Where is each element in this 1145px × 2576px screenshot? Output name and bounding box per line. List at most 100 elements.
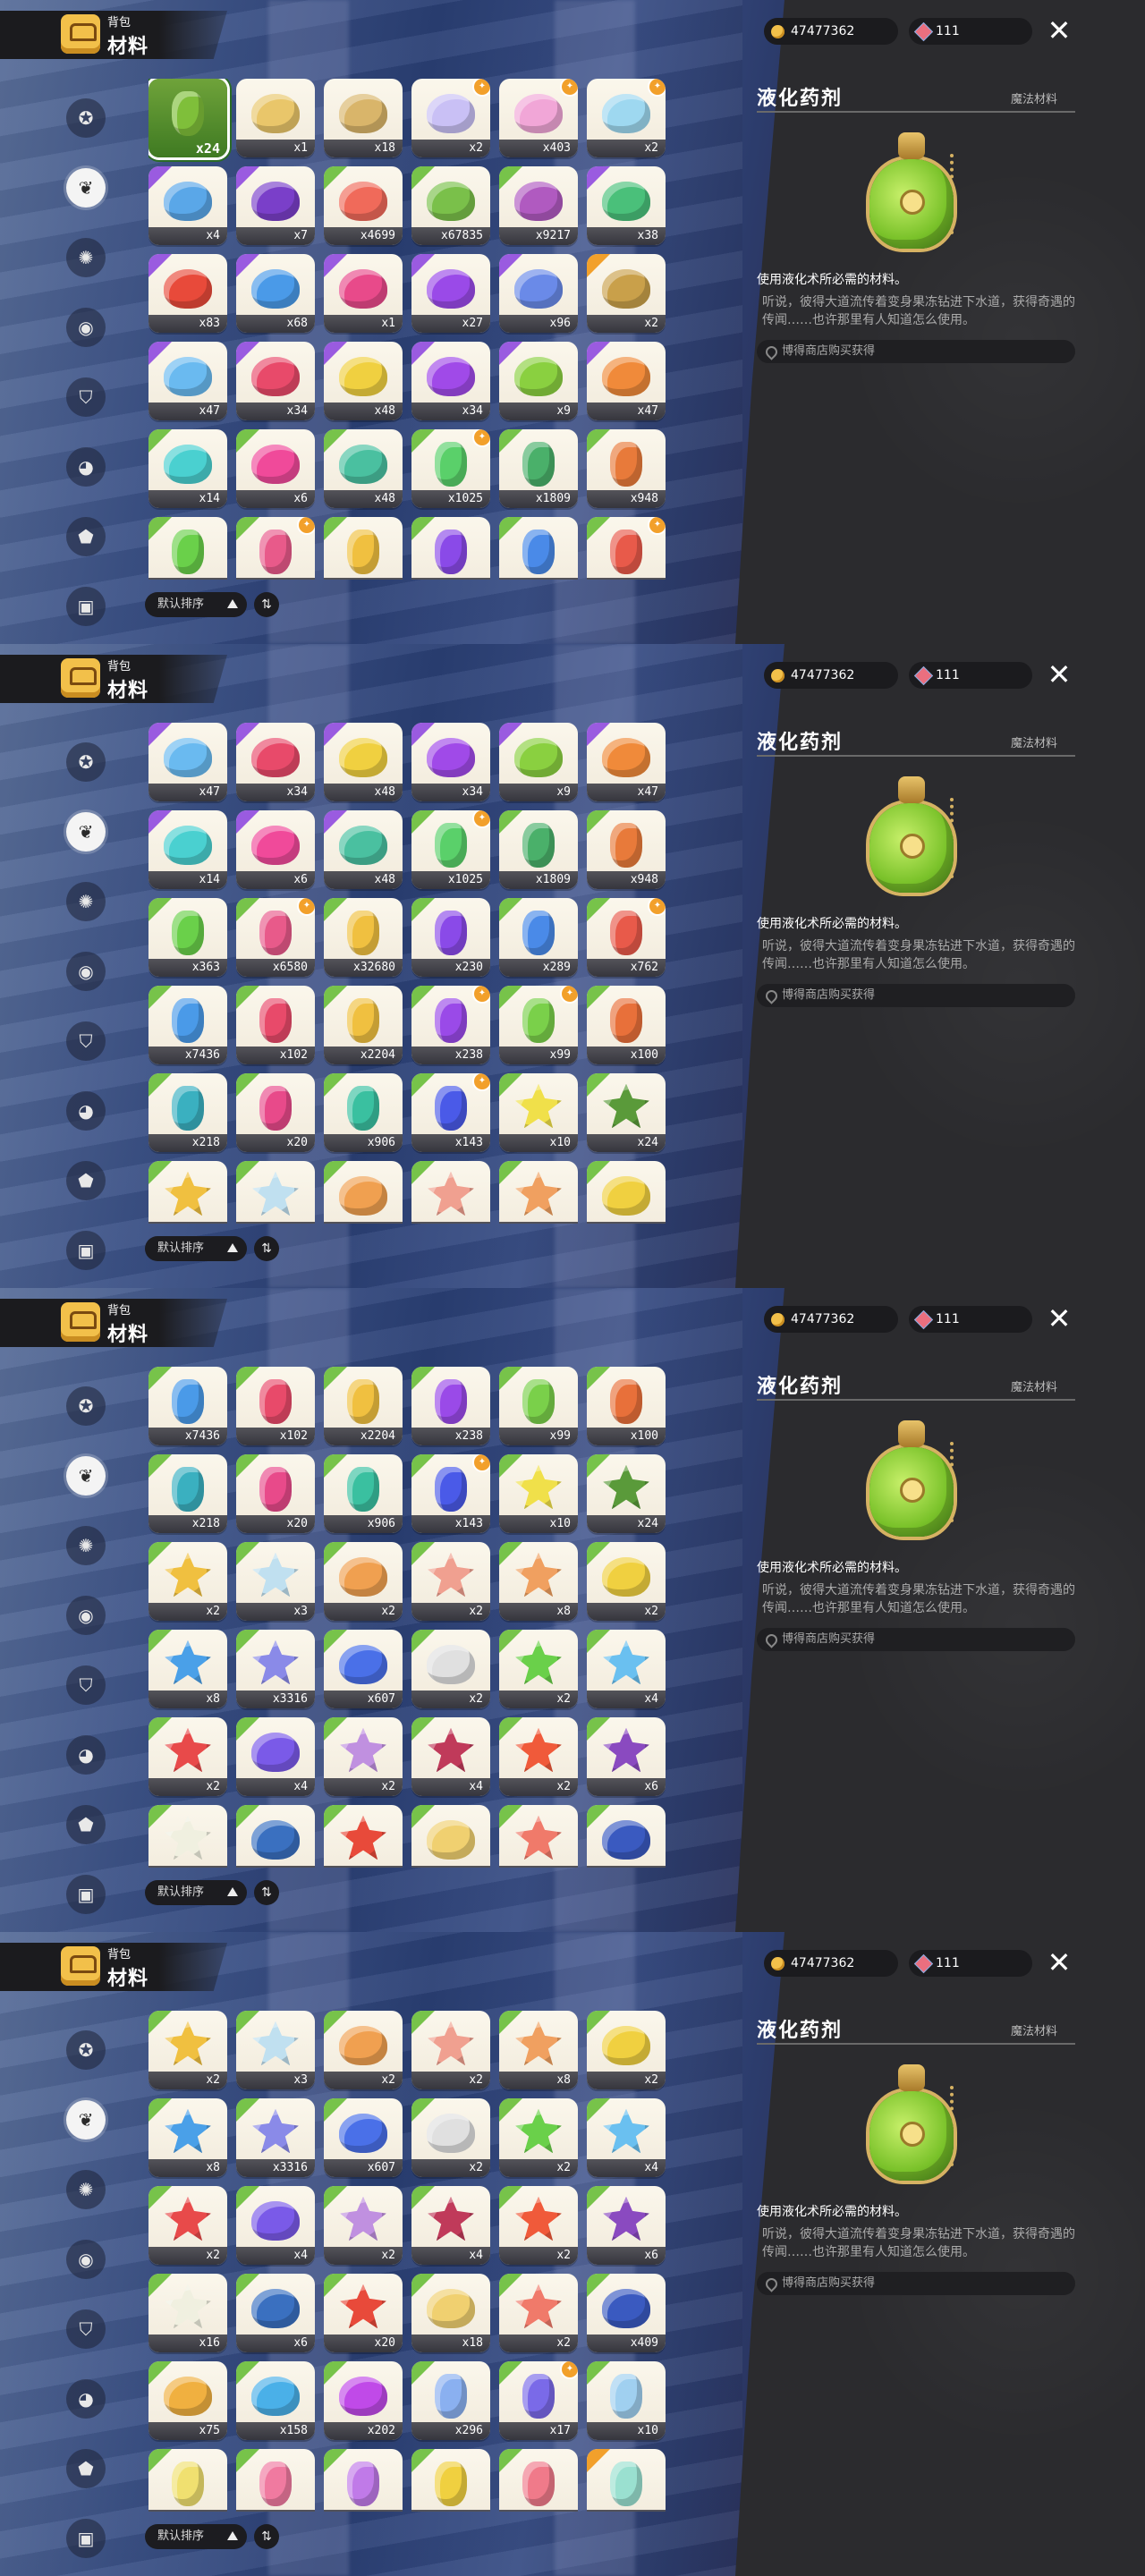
nav-tab-gear[interactable]: ✺ — [66, 238, 106, 277]
sort-direction-button[interactable]: ⇅ — [254, 1880, 279, 1905]
item-slot[interactable]: x906 — [324, 1454, 403, 1533]
item-slot[interactable]: x409 — [587, 2274, 666, 2352]
item-slot[interactable]: x2 — [499, 2274, 578, 2352]
item-slot[interactable]: x7436 — [148, 1367, 227, 1445]
nav-tab-furniture[interactable]: ⛉ — [66, 1021, 106, 1061]
item-slot[interactable]: x20 — [236, 1073, 315, 1152]
item-slot[interactable]: x83 — [148, 254, 227, 333]
item-slot[interactable]: x8 — [499, 1161, 578, 1224]
item-slot[interactable]: x8 — [148, 1630, 227, 1708]
item-slot[interactable]: x99 — [499, 1367, 578, 1445]
item-slot[interactable]: x296 — [411, 2361, 490, 2440]
item-slot[interactable]: x1809 — [499, 429, 578, 508]
item-slot[interactable]: x2 — [587, 1542, 666, 1621]
item-slot[interactable]: x218 — [148, 1454, 227, 1533]
nav-tab-ball[interactable]: ◕ — [66, 2379, 106, 2419]
item-slot[interactable]: x24 — [148, 79, 227, 157]
item-slot[interactable]: x2 — [148, 2186, 227, 2265]
item-slot[interactable]: x75 — [148, 2361, 227, 2440]
item-slot[interactable]: x4 — [236, 1717, 315, 1796]
item-slot[interactable]: ✦ x238 — [411, 986, 490, 1064]
item-slot[interactable]: ✦ x403 — [499, 79, 578, 157]
item-slot[interactable]: x238 — [411, 1367, 490, 1445]
nav-tab-furniture[interactable]: ⛉ — [66, 2309, 106, 2349]
item-slot[interactable]: ✦ x143 — [411, 1454, 490, 1533]
item-slot[interactable]: x230 — [411, 517, 490, 580]
item-slot[interactable]: x749 — [411, 2449, 490, 2512]
item-slot[interactable]: x20 — [236, 1454, 315, 1533]
nav-tab-ball[interactable]: ◕ — [66, 1091, 106, 1131]
item-slot[interactable]: x2 — [587, 2011, 666, 2089]
item-slot[interactable]: x2 — [587, 254, 666, 333]
item-slot[interactable]: x6 — [236, 429, 315, 508]
item-slot[interactable]: x409 — [587, 1805, 666, 1868]
nav-tab-chest[interactable]: ▣ — [66, 2519, 106, 2558]
item-slot[interactable]: x47 — [587, 723, 666, 801]
item-slot[interactable]: x67835 — [411, 166, 490, 245]
item-slot[interactable]: x4 — [587, 2098, 666, 2177]
item-slot[interactable]: x34 — [236, 342, 315, 420]
item-slot[interactable]: x18 — [411, 1805, 490, 1868]
item-slot[interactable]: x6 — [236, 2274, 315, 2352]
nav-tab-leaf[interactable]: ❦ — [66, 168, 106, 208]
nav-tab-dish[interactable]: ◉ — [66, 1596, 106, 1635]
item-slot[interactable]: x2204 — [324, 986, 403, 1064]
item-slot[interactable]: x32680 — [324, 517, 403, 580]
item-slot[interactable]: x34 — [411, 723, 490, 801]
item-slot[interactable]: x24 — [587, 1454, 666, 1533]
item-slot[interactable]: x48 — [324, 342, 403, 420]
item-slot[interactable]: x96 — [499, 254, 578, 333]
nav-tab-acorn[interactable]: ⬟ — [66, 517, 106, 556]
item-slot[interactable]: x4 — [587, 1630, 666, 1708]
nav-tab-dish[interactable]: ◉ — [66, 308, 106, 347]
item-slot[interactable]: x2 — [499, 1630, 578, 1708]
item-slot[interactable]: x4 — [411, 1717, 490, 1796]
nav-tab-dish[interactable]: ◉ — [66, 952, 106, 991]
item-slot[interactable]: x295 — [236, 2449, 315, 2512]
nav-tab-chest[interactable]: ▣ — [66, 1875, 106, 1914]
sort-direction-button[interactable]: ⇅ — [254, 1236, 279, 1261]
item-slot[interactable]: ✦ x1025 — [411, 810, 490, 889]
item-slot[interactable]: x218 — [148, 1073, 227, 1152]
item-slot[interactable]: ✦ x762 — [587, 898, 666, 977]
sort-button[interactable]: 默认排序 — [145, 2524, 247, 2549]
item-slot[interactable]: x18 — [324, 79, 403, 157]
item-source[interactable]: 博得商店购买获得 — [757, 2272, 1075, 2295]
item-slot[interactable]: x47 — [148, 342, 227, 420]
item-slot[interactable]: ✦ x2 — [587, 79, 666, 157]
item-slot[interactable]: x27 — [411, 254, 490, 333]
item-slot[interactable]: x607 — [324, 2098, 403, 2177]
item-slot[interactable]: x20 — [324, 2274, 403, 2352]
item-slot[interactable]: ✦ x2 — [411, 79, 490, 157]
item-slot[interactable]: x4699 — [324, 166, 403, 245]
item-slot[interactable]: x32680 — [324, 898, 403, 977]
item-slot[interactable]: x3316 — [236, 2098, 315, 2177]
nav-tab-ball[interactable]: ◕ — [66, 1735, 106, 1775]
nav-tab-leaf[interactable]: ❦ — [66, 1456, 106, 1496]
item-slot[interactable]: x7436 — [148, 986, 227, 1064]
item-slot[interactable]: x1 — [148, 2449, 227, 2512]
item-slot[interactable]: x10 — [587, 2361, 666, 2440]
item-slot[interactable]: x34 — [411, 342, 490, 420]
item-slot[interactable]: x2 — [148, 1161, 227, 1224]
item-slot[interactable]: x2 — [411, 1630, 490, 1708]
item-slot[interactable]: x2 — [411, 1542, 490, 1621]
sort-button[interactable]: 默认排序 — [145, 1880, 247, 1905]
item-slot[interactable]: x47 — [587, 342, 666, 420]
nav-tab-acorn[interactable]: ⬟ — [66, 2449, 106, 2488]
item-slot[interactable]: x363 — [148, 517, 227, 580]
item-slot[interactable]: x20 — [324, 1805, 403, 1868]
item-slot[interactable]: x189 — [324, 2449, 403, 2512]
nav-tab-leaf[interactable]: ❦ — [66, 2100, 106, 2140]
item-slot[interactable]: x948 — [587, 810, 666, 889]
item-slot[interactable]: x16 — [148, 2274, 227, 2352]
nav-tab-acorn[interactable]: ⬟ — [66, 1161, 106, 1200]
nav-tab-star[interactable]: ✪ — [66, 742, 106, 782]
nav-tab-gear[interactable]: ✺ — [66, 1526, 106, 1565]
nav-tab-dish[interactable]: ◉ — [66, 2240, 106, 2279]
nav-tab-leaf[interactable]: ❦ — [66, 812, 106, 852]
sort-direction-button[interactable]: ⇅ — [254, 592, 279, 617]
item-slot[interactable]: x289 — [499, 898, 578, 977]
item-slot[interactable]: ✦ x762 — [587, 517, 666, 580]
close-button[interactable]: ✕ — [1043, 1302, 1075, 1335]
